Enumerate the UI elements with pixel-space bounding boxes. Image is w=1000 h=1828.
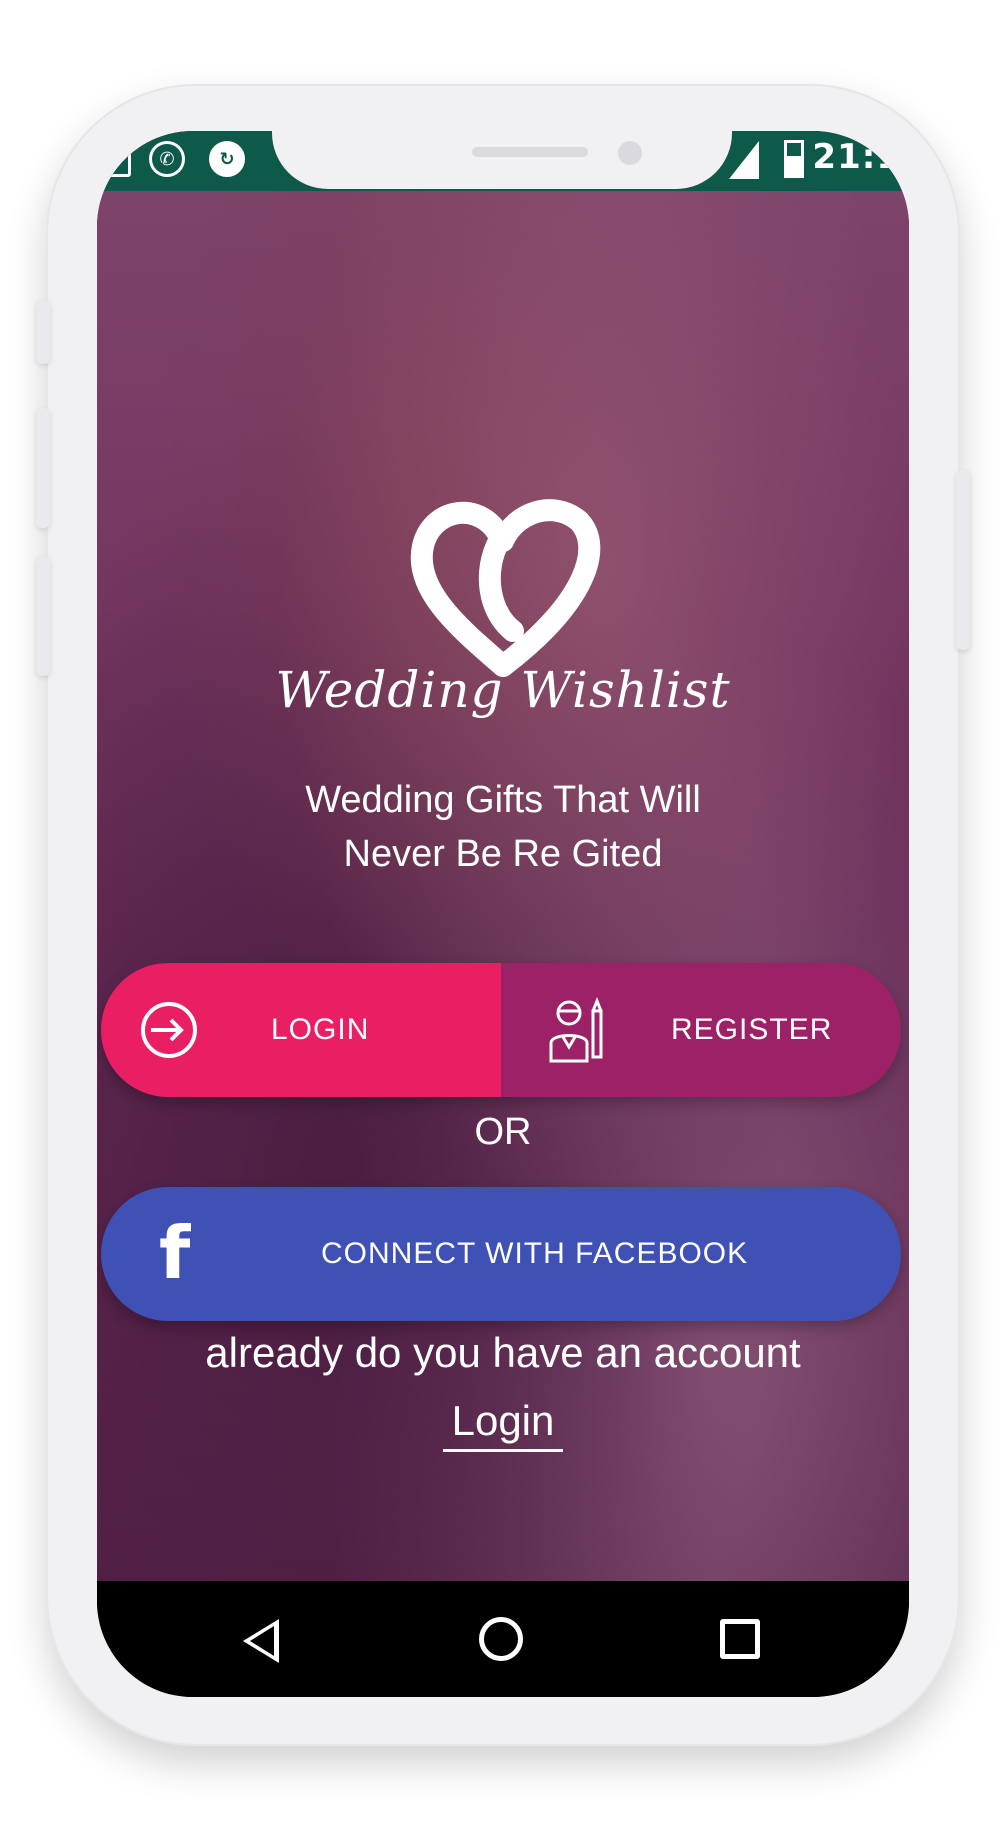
- brand-name: Wedding Wishlist: [275, 661, 731, 719]
- user-pencil-icon: [549, 997, 603, 1063]
- signal-icon: [729, 141, 759, 179]
- notification-icon: [99, 141, 131, 177]
- front-camera: [618, 141, 642, 165]
- side-button-left-bottom: [36, 556, 50, 676]
- side-button-right: [956, 470, 970, 650]
- facebook-icon: f: [159, 1211, 191, 1295]
- facebook-connect-button[interactable]: f CONNECT WITH FACEBOOK: [101, 1187, 901, 1321]
- account-prompt: already do you have an account: [205, 1329, 801, 1376]
- sync-icon: ↻: [209, 141, 245, 177]
- call-icon: ✆: [149, 141, 185, 177]
- login-link[interactable]: Login: [443, 1397, 563, 1452]
- tagline: Wedding Gifts That Will Never Be Re Gite…: [97, 773, 909, 881]
- navigation-bar: [97, 1581, 909, 1697]
- login-button-label: LOGIN: [271, 1013, 370, 1046]
- side-button-left-top: [36, 300, 50, 364]
- tagline-line-2: Never Be Re Gited: [343, 833, 663, 875]
- register-button-label: REGISTER: [671, 1013, 833, 1046]
- screen: ✆ ↻ 21:1 Wedding Wishlist Wedding Gifts …: [97, 131, 909, 1697]
- stage: ✆ ↻ 21:1 Wedding Wishlist Wedding Gifts …: [0, 0, 1000, 1828]
- heart-logo-icon: [410, 499, 601, 677]
- facebook-button-label: CONNECT WITH FACEBOOK: [321, 1237, 749, 1270]
- login-button[interactable]: LOGIN: [101, 963, 501, 1097]
- side-button-left-mid: [36, 408, 50, 528]
- notch: [272, 131, 732, 189]
- tagline-line-1: Wedding Gifts That Will: [305, 779, 701, 821]
- sign-in-icon: [141, 1002, 197, 1058]
- speaker-grille: [472, 147, 588, 157]
- auth-button-group: LOGIN REGISTER: [101, 963, 901, 1097]
- register-button[interactable]: REGISTER: [501, 963, 901, 1097]
- home-icon[interactable]: [479, 1617, 523, 1661]
- status-time: 21:1: [812, 137, 901, 177]
- battery-icon: [784, 140, 804, 178]
- or-divider: OR: [474, 1111, 532, 1153]
- recent-apps-icon[interactable]: [720, 1619, 760, 1659]
- background-photo: Wedding Wishlist Wedding Gifts That Will…: [97, 191, 909, 1581]
